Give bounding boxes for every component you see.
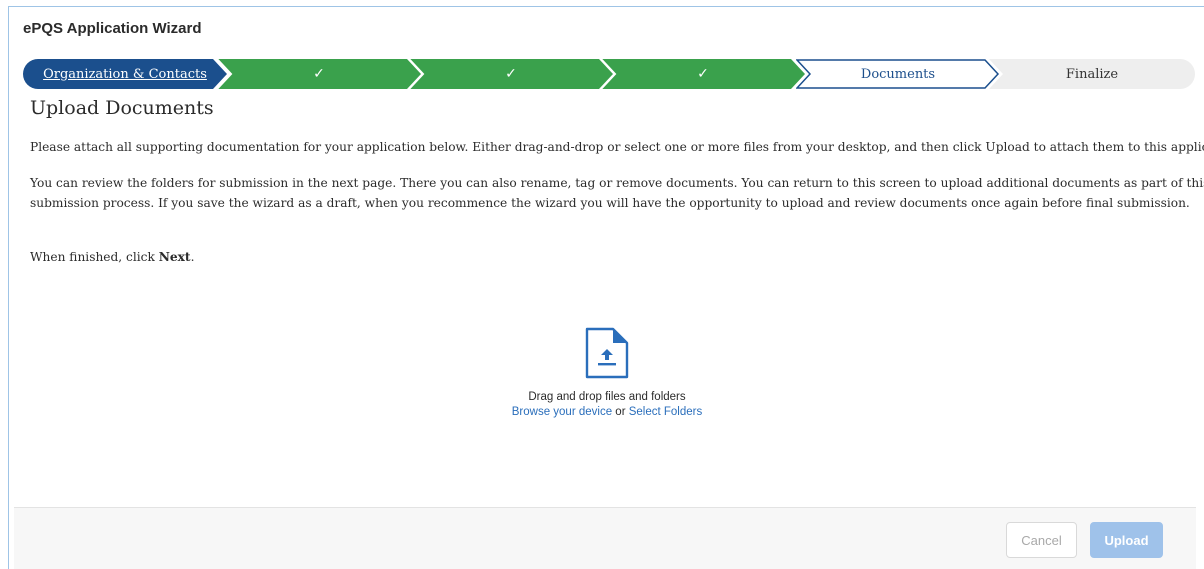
step-label[interactable]: Organization & Contacts [43,67,207,82]
step-label: Finalize [1065,66,1119,82]
instructions-paragraph: Please attach all supporting documentati… [30,140,1204,154]
select-folders-link[interactable]: Select Folders [629,406,703,418]
step-finalize[interactable]: Finalize [989,59,1195,89]
file-upload-icon [585,327,629,379]
step-2-complete[interactable]: ✓ [217,59,421,89]
finish-prefix: When finished, click [30,250,159,264]
step-label: Documents [860,66,936,82]
step-3-complete[interactable]: ✓ [409,59,613,89]
step-organization-contacts[interactable]: Organization & Contacts [23,59,227,89]
step-4-complete[interactable]: ✓ [601,59,805,89]
cancel-button[interactable]: Cancel [1006,522,1077,558]
wizard-window: ePQS Application Wizard Organization & C… [8,6,1204,569]
check-icon: ✓ [505,66,517,82]
drop-links: Browse your device or Select Folders [9,406,1204,418]
file-dropzone[interactable]: Drag and drop files and folders Browse y… [9,327,1204,418]
upload-button[interactable]: Upload [1090,522,1163,558]
check-icon: ✓ [697,66,709,82]
review-paragraph-line: You can review the folders for submissio… [30,176,1204,190]
review-paragraph: You can review the folders for submissio… [30,173,1204,213]
app-title: ePQS Application Wizard [23,20,202,37]
or-text: or [612,406,629,418]
review-paragraph-line: submission process. If you save the wiza… [30,196,1190,210]
finish-suffix: . [190,250,195,264]
check-icon: ✓ [313,66,325,82]
drop-instruction: Drag and drop files and folders [528,391,686,403]
browse-device-link[interactable]: Browse your device [512,406,612,418]
finish-instruction: When finished, click Next. [30,247,194,267]
wizard-stepper: Organization & Contacts ✓ ✓ ✓ Finalize D… [23,59,1195,89]
finish-next-keyword: Next [158,250,191,264]
page-title: Upload Documents [30,97,214,119]
step-documents[interactable]: Documents [796,59,1000,89]
wizard-footer: Cancel Upload [14,507,1196,569]
